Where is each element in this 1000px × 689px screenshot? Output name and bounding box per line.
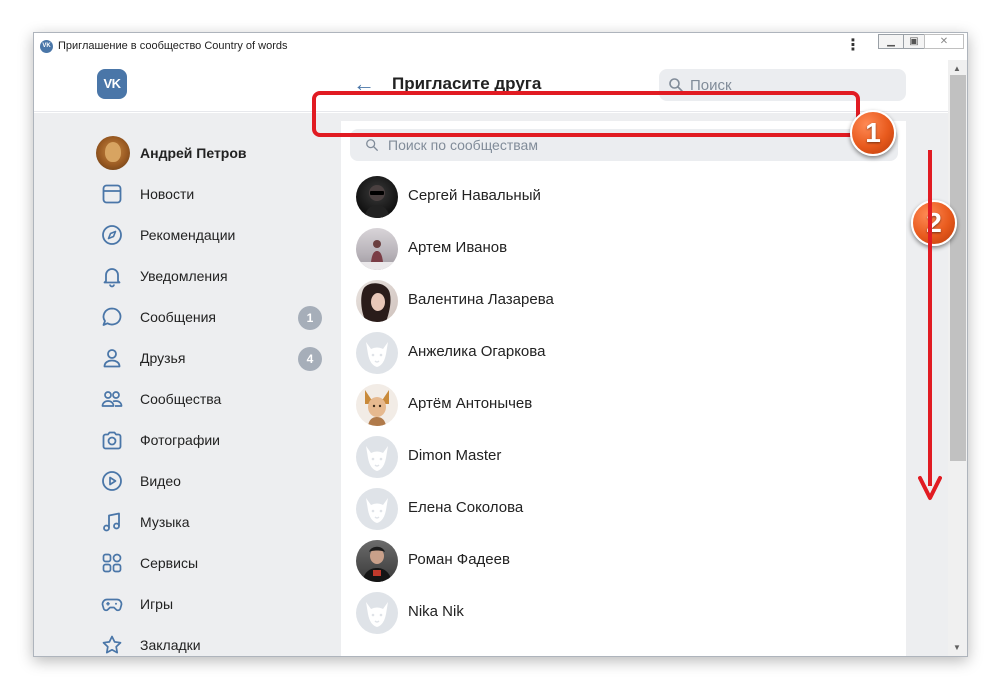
friend-row[interactable]: Валентина Лазарева — [350, 275, 890, 327]
search-icon — [366, 139, 378, 151]
highlight-box-search — [312, 91, 860, 137]
scroll-down-arrow-annotation — [918, 150, 942, 500]
friend-row[interactable]: Артем Иванов — [350, 223, 890, 275]
newspaper-icon — [102, 184, 122, 204]
invite-friends-panel: Поиск по сообществам Сергей Навальный Ар… — [341, 121, 906, 656]
sidebar-item-games[interactable]: Игры — [94, 586, 324, 622]
sidebar-item-news[interactable]: Новости — [94, 176, 324, 212]
avatar — [356, 280, 398, 322]
community-search-placeholder: Поиск по сообществам — [388, 137, 538, 153]
bell-icon — [103, 268, 121, 288]
sidebar-item-services[interactable]: Сервисы — [94, 545, 324, 581]
compass-icon — [102, 225, 122, 245]
sidebar-item-label: Сообщения — [140, 309, 216, 325]
sidebar-item-communities[interactable]: Сообщества — [94, 381, 324, 417]
friend-row[interactable]: Nika Nik — [350, 587, 890, 639]
sidebar-item-label: Андрей Петров — [140, 145, 247, 161]
vk-logo[interactable]: VK — [97, 69, 127, 99]
avatar — [356, 540, 398, 582]
sidebar-item-friends[interactable]: Друзья 4 — [94, 340, 324, 376]
default-avatar-icon — [356, 592, 398, 634]
sidebar-item-label: Закладки — [140, 637, 201, 653]
sidebar-item-label: Уведомления — [140, 268, 228, 284]
friend-name: Роман Фадеев — [408, 551, 510, 568]
avatar — [356, 384, 398, 426]
grid-icon — [102, 553, 122, 573]
friend-name: Валентина Лазарева — [408, 291, 554, 308]
friend-name: Елена Соколова — [408, 499, 524, 516]
more-options-icon[interactable]: ⋮ — [845, 38, 861, 54]
step-1-badge: 1 — [850, 110, 896, 156]
vk-app-icon: VK — [40, 40, 53, 53]
sidebar-item-label: Музыка — [140, 514, 190, 530]
group-icon — [101, 391, 123, 407]
friend-row[interactable]: Сергей Навальный — [350, 171, 890, 223]
sidebar-item-video[interactable]: Видео — [94, 463, 324, 499]
window-title: Приглашение в сообщество Country of word… — [58, 40, 288, 52]
sidebar-item-messages[interactable]: Сообщения 1 — [94, 299, 324, 335]
sidebar-item-bookmarks[interactable]: Закладки — [94, 627, 324, 656]
scrollbar-thumb[interactable] — [950, 75, 966, 461]
sidebar-item-label: Рекомендации — [140, 227, 236, 243]
friend-name: Nika Nik — [408, 603, 464, 620]
friend-name: Сергей Навальный — [408, 187, 541, 204]
default-avatar-icon — [356, 436, 398, 478]
avatar — [356, 228, 398, 270]
scroll-up-arrow-icon[interactable]: ▲ — [953, 64, 961, 73]
chat-bubble-icon — [102, 307, 122, 326]
sidebar-item-label: Новости — [140, 186, 195, 202]
music-note-icon — [103, 512, 120, 532]
person-icon — [103, 349, 121, 368]
vertical-scrollbar[interactable]: ▲ ▼ — [948, 60, 967, 656]
avatar — [356, 176, 398, 218]
play-icon — [102, 471, 122, 491]
scroll-down-arrow-icon[interactable]: ▼ — [953, 643, 961, 652]
friend-name: Dimon Master — [408, 447, 502, 464]
sidebar-item-music[interactable]: Музыка — [94, 504, 324, 540]
title-bar: VK Приглашение в сообщество Country of w… — [34, 33, 967, 60]
gamepad-icon — [101, 598, 123, 612]
sidebar-item-profile[interactable]: Андрей Петров — [94, 135, 324, 171]
sidebar-item-notifications[interactable]: Уведомления — [94, 258, 324, 294]
avatar — [96, 136, 130, 170]
friend-name: Анжелика Огаркова — [408, 343, 546, 360]
default-avatar-icon — [356, 488, 398, 530]
friend-row[interactable]: Артём Антонычев — [350, 379, 890, 431]
sidebar-item-photos[interactable]: Фотографии — [94, 422, 324, 458]
sidebar-item-label: Сервисы — [140, 555, 199, 571]
sidebar-item-recommendations[interactable]: Рекомендации — [94, 217, 324, 253]
default-avatar-icon — [356, 332, 398, 374]
friend-row[interactable]: Елена Соколова — [350, 483, 890, 535]
sidebar-item-label: Фотографии — [140, 432, 221, 448]
friend-row[interactable]: Dimon Master — [350, 431, 890, 483]
maximize-button[interactable]: ▣ — [903, 34, 925, 49]
friend-requests-badge: 4 — [298, 347, 322, 371]
camera-icon — [102, 431, 122, 450]
friend-name: Артем Иванов — [408, 239, 508, 256]
close-button[interactable]: ✕ — [924, 34, 964, 49]
sidebar-item-label: Видео — [140, 473, 181, 489]
friend-row[interactable]: Анжелика Огаркова — [350, 327, 890, 379]
sidebar-item-label: Сообщества — [140, 391, 222, 407]
sidebar-item-label: Игры — [140, 596, 174, 612]
sidebar-item-label: Друзья — [140, 350, 186, 366]
friend-name: Артём Антонычев — [408, 395, 533, 412]
minimize-button[interactable]: ▁ — [878, 34, 904, 49]
friend-row[interactable]: Роман Фадеев — [350, 535, 890, 587]
unread-count-badge: 1 — [298, 306, 322, 330]
star-icon — [102, 635, 122, 654]
